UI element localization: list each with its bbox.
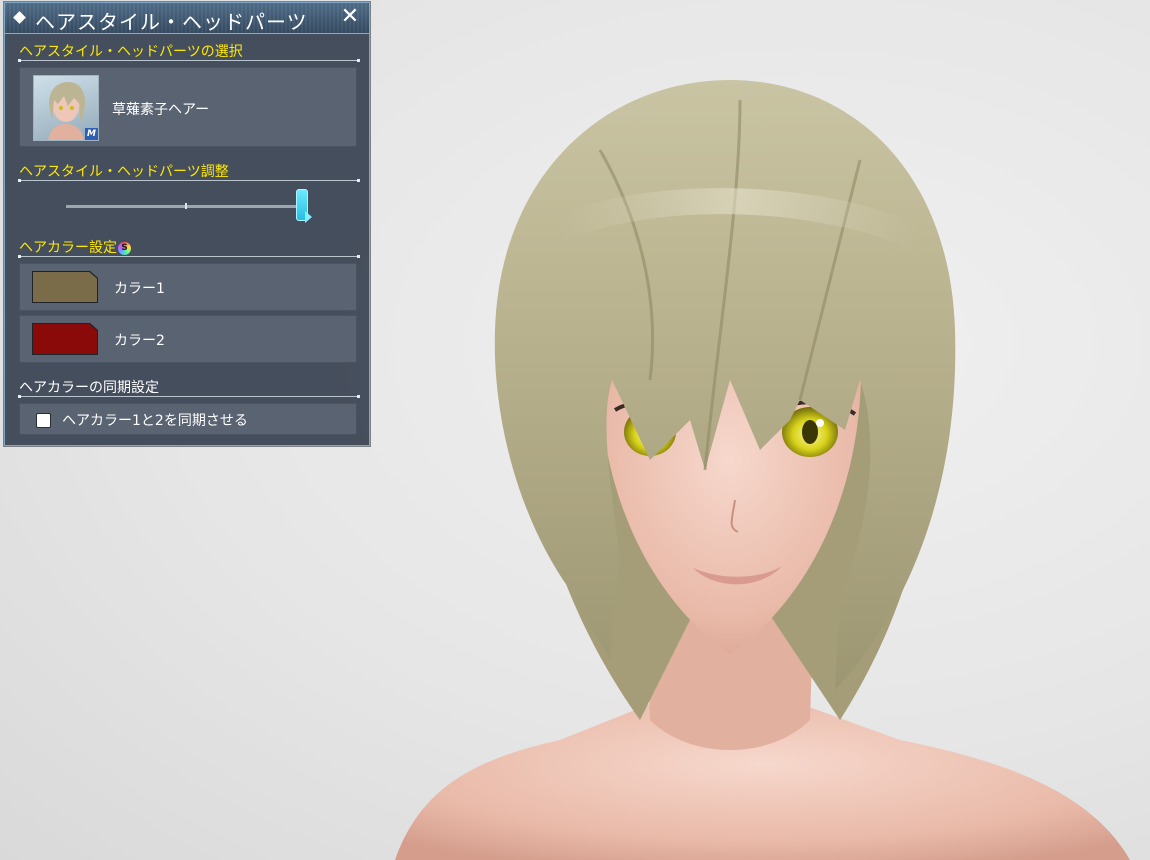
color-heading: ヘアカラー設定 — [19, 240, 117, 256]
slider-center-tick — [185, 203, 187, 209]
selection-heading: ヘアスタイル・ヘッドパーツの選択 — [19, 44, 243, 60]
adjust-heading: ヘアスタイル・ヘッドパーツ調整 — [19, 164, 229, 180]
hairstyle-select-row[interactable]: M 草薙素子ヘアー — [19, 67, 357, 147]
selection-section-heading: ヘアスタイル・ヘッドパーツの選択 — [18, 41, 360, 63]
adjust-section-heading: ヘアスタイル・ヘッドパーツ調整 — [18, 161, 360, 183]
divider — [18, 255, 360, 258]
color-2-label: カラー2 — [114, 333, 165, 349]
thumbnail-badge: M — [85, 128, 98, 140]
sync-checkbox[interactable] — [36, 413, 51, 428]
divider — [18, 179, 360, 182]
title-bar[interactable]: ヘアスタイル・ヘッドパーツ ✕ — [5, 3, 369, 34]
color-section-heading: ヘアカラー設定 S — [18, 237, 360, 259]
color-2-swatch[interactable] — [33, 324, 97, 354]
color-2-row[interactable]: カラー2 — [19, 315, 357, 363]
sync-heading: ヘアカラーの同期設定 — [19, 380, 159, 396]
sync-section-heading: ヘアカラーの同期設定 — [18, 377, 360, 399]
diamond-icon — [13, 11, 26, 24]
color-1-swatch[interactable] — [33, 272, 97, 302]
close-button[interactable]: ✕ — [337, 4, 363, 30]
sync-row[interactable]: ヘアカラー1と2を同期させる — [19, 403, 357, 435]
slider-pointer-icon — [305, 211, 313, 223]
window-title: ヘアスタイル・ヘッドパーツ — [35, 10, 308, 34]
hairstyle-panel: ヘアスタイル・ヘッドパーツ ✕ ヘアスタイル・ヘッドパーツの選択 M 草薙素子ヘ… — [4, 2, 370, 446]
color-1-label: カラー1 — [114, 281, 165, 297]
hairstyle-thumbnail: M — [33, 75, 99, 141]
divider — [18, 395, 360, 398]
sync-checkbox-label: ヘアカラー1と2を同期させる — [62, 413, 248, 429]
divider — [18, 59, 360, 62]
hairstyle-name: 草薙素子ヘアー — [112, 102, 210, 118]
s-badge-icon: S — [118, 241, 131, 255]
color-1-row[interactable]: カラー1 — [19, 263, 357, 311]
color-heading-wrap: ヘアカラー設定 S — [19, 237, 131, 257]
